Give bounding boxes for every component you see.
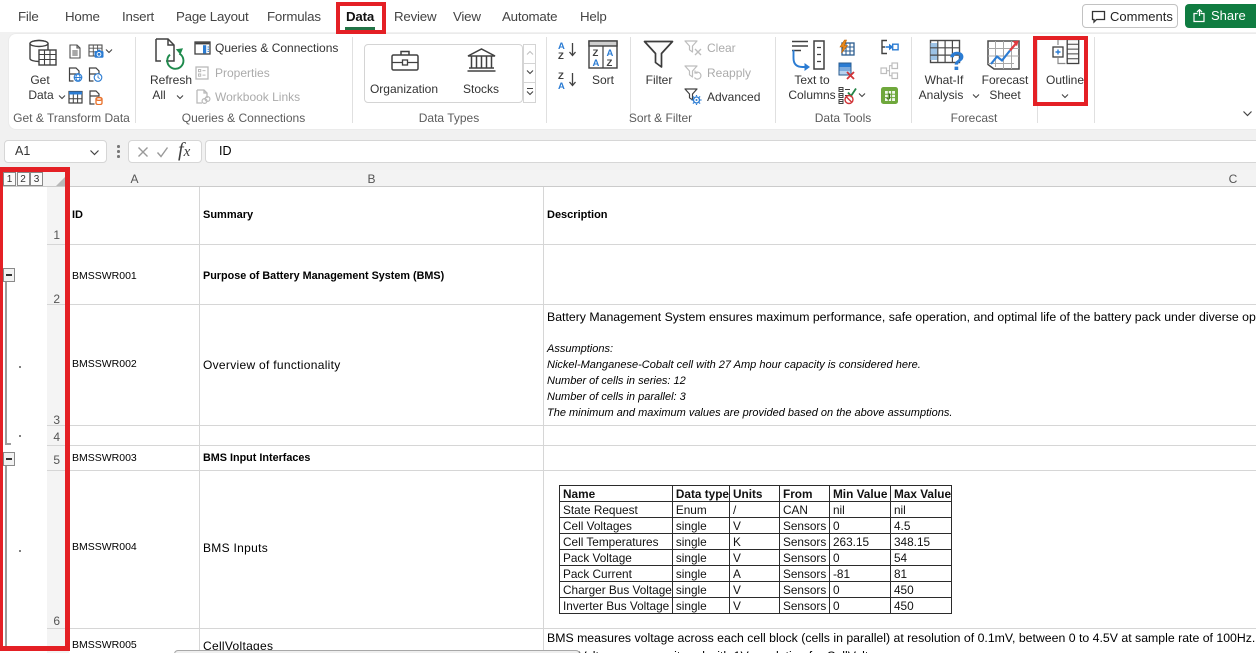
svg-text:A: A <box>593 58 600 69</box>
svg-text:A: A <box>558 81 565 90</box>
svg-text:?: ? <box>949 46 965 73</box>
svg-text:Z: Z <box>558 51 564 60</box>
svg-text:Z: Z <box>607 58 613 69</box>
svg-text:J: J <box>886 93 890 102</box>
